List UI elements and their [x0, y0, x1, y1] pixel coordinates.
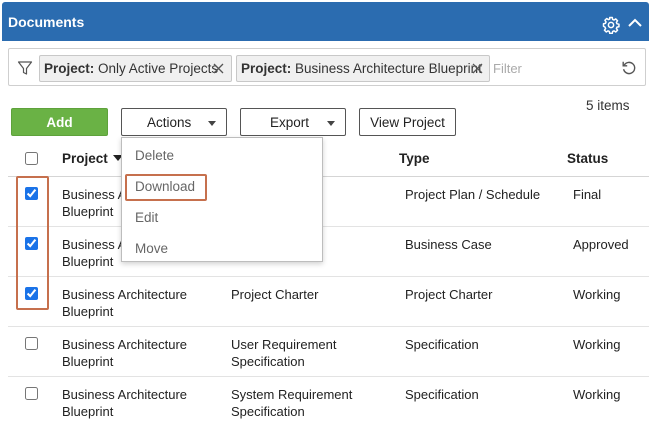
filter-bar: Project: Only Active Projects Project: B… [8, 48, 646, 86]
row-status: Approved [573, 237, 629, 252]
row-project: Business Architecture Blueprint [62, 337, 188, 369]
row-type: Project Charter [405, 287, 493, 302]
row-type: Business Case [405, 237, 492, 252]
row-checkbox[interactable] [25, 387, 38, 400]
filter-chip-value: Only Active Projects [98, 61, 219, 76]
row-checkbox[interactable] [25, 187, 38, 200]
column-header-project[interactable]: Project [62, 151, 123, 166]
add-button[interactable]: Add [11, 108, 108, 136]
export-dropdown-button[interactable]: Export [240, 108, 346, 136]
export-label: Export [270, 114, 310, 130]
row-project: Business Architecture Blueprint [62, 387, 188, 419]
menu-item-edit[interactable]: Edit [135, 210, 158, 225]
row-project: Business Architecture Blueprint [62, 287, 188, 319]
row-name: System Requirement Specification [231, 387, 353, 419]
row-status: Final [573, 187, 602, 202]
actions-menu: Delete Download Edit Move [121, 137, 323, 262]
row-type: Specification [405, 387, 479, 402]
table-row[interactable]: Business Architecture Blueprint Project C… [8, 277, 649, 327]
table-row[interactable]: Business Architecture Blueprint User Requ… [8, 327, 649, 377]
panel-header: Documents [2, 2, 649, 41]
panel-title: Documents [8, 14, 85, 30]
funnel-icon [17, 61, 33, 75]
row-status: Working [573, 287, 621, 302]
column-header-project-label: Project [62, 151, 108, 166]
actions-dropdown-button[interactable]: Actions [121, 108, 227, 136]
caret-down-icon [327, 121, 335, 126]
filter-input[interactable] [493, 61, 593, 76]
filter-chip-key: Project: [241, 61, 292, 76]
menu-item-delete[interactable]: Delete [135, 148, 174, 163]
filter-chip-key: Project: [44, 61, 95, 76]
row-checkbox[interactable] [25, 337, 38, 350]
column-header-status[interactable]: Status [567, 151, 608, 166]
menu-item-move[interactable]: Move [135, 241, 168, 256]
row-checkbox[interactable] [25, 237, 38, 250]
filter-chip-active-projects: Project: Only Active Projects [39, 55, 232, 82]
row-checkbox[interactable] [25, 287, 38, 300]
row-status: Working [573, 387, 621, 402]
row-name: User Requirement Specification [231, 337, 337, 369]
actions-label: Actions [147, 114, 192, 130]
filter-chip-project: Project: Business Architecture Blueprint [236, 55, 490, 82]
close-icon[interactable] [472, 63, 483, 74]
select-all-checkbox-wrap [25, 152, 38, 168]
view-project-button[interactable]: View Project [359, 108, 456, 136]
items-count: 5 items [586, 98, 630, 113]
table-row[interactable]: Business A Blueprint Project Plan / Sched… [8, 177, 649, 227]
row-type: Specification [405, 337, 479, 352]
caret-down-icon [208, 121, 216, 126]
reset-icon[interactable] [621, 60, 637, 76]
menu-item-download[interactable]: Download [135, 179, 195, 194]
table-row[interactable]: Business Architecture Blueprint System Re… [8, 377, 649, 426]
select-all-checkbox[interactable] [25, 152, 38, 165]
row-status: Working [573, 337, 621, 352]
row-type: Project Plan / Schedule [405, 187, 541, 202]
close-icon[interactable] [213, 63, 224, 74]
table-row[interactable]: Business A Blueprint Business Case Approv… [8, 227, 649, 277]
filter-chip-value: Business Architecture Blueprint [295, 61, 482, 76]
column-header-type[interactable]: Type [399, 151, 430, 166]
chevron-up-icon[interactable] [627, 16, 643, 30]
gear-icon[interactable] [602, 16, 620, 34]
row-name: Project Charter [231, 287, 319, 302]
